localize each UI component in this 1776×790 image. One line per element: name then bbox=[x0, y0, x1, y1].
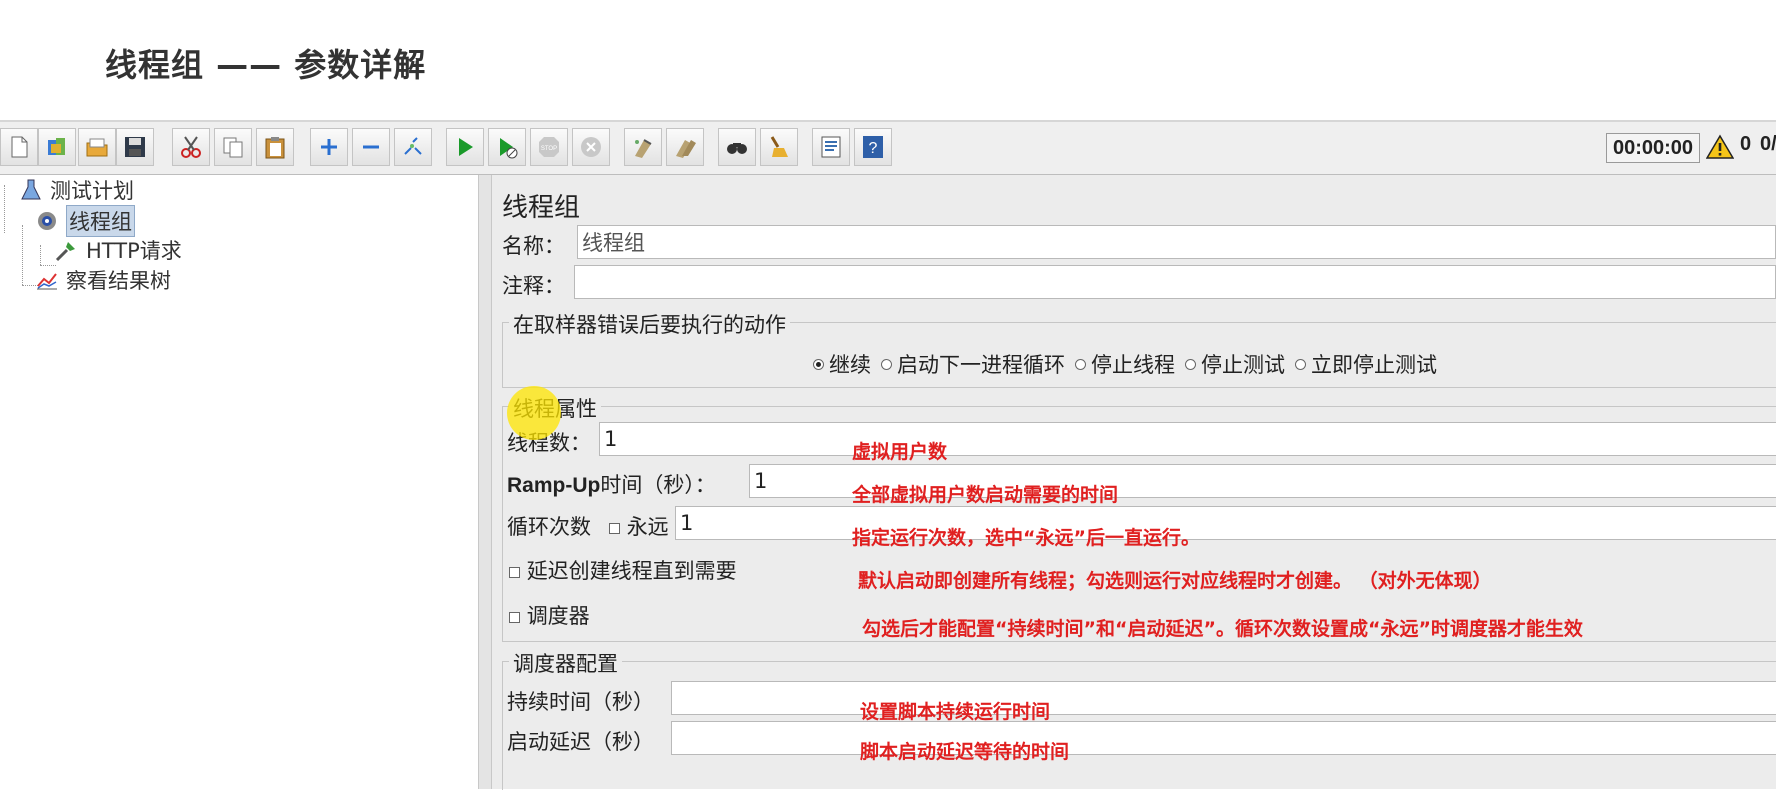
copy-icon[interactable] bbox=[214, 128, 252, 166]
cut-icon[interactable] bbox=[172, 128, 210, 166]
warning-icon[interactable] bbox=[1706, 134, 1734, 160]
new-icon[interactable] bbox=[0, 128, 38, 166]
start-icon[interactable] bbox=[446, 128, 484, 166]
save-icon[interactable] bbox=[116, 128, 154, 166]
split-pane-divider[interactable] bbox=[478, 175, 492, 789]
radio-stop-test[interactable]: 停止测试 bbox=[1185, 349, 1285, 379]
error-action-group: 在取样器错误后要执行的动作 继续 启动下一进程循环 停止线程 停止测试 立即停止… bbox=[502, 309, 1776, 388]
reset-search-icon[interactable] bbox=[760, 128, 798, 166]
running-threads-count: 0/ bbox=[1760, 133, 1776, 155]
note-scheduler: 勾选后才能配置“持续时间”和“启动延迟”。循环次数设置成“永远”时调度器才能生效 bbox=[862, 618, 1583, 640]
shutdown-icon[interactable] bbox=[572, 128, 610, 166]
tree-item-test-plan[interactable]: 测试计划 bbox=[18, 175, 134, 205]
search-icon[interactable] bbox=[718, 128, 756, 166]
scheduler-config-group-title: 调度器配置 bbox=[509, 648, 622, 678]
templates-icon[interactable] bbox=[38, 128, 76, 166]
start-no-pause-icon[interactable] bbox=[488, 128, 526, 166]
cursor-highlight bbox=[507, 386, 561, 440]
note-rampup: 全部虚拟用户数启动需要的时间 bbox=[852, 484, 1119, 506]
gear-icon bbox=[38, 212, 56, 230]
open-icon[interactable] bbox=[78, 128, 116, 166]
note-threads: 虚拟用户数 bbox=[852, 441, 948, 463]
note-duration: 设置脚本持续运行时间 bbox=[860, 701, 1051, 723]
forever-checkbox[interactable]: 永远 bbox=[609, 511, 669, 541]
paste-icon[interactable] bbox=[256, 128, 294, 166]
tree-item-label: HTTP请求 bbox=[86, 239, 182, 263]
panel-title: 线程组 bbox=[502, 193, 581, 223]
flask-icon bbox=[21, 179, 41, 200]
elapsed-timer: 00:00:00 bbox=[1606, 133, 1700, 163]
threads-field[interactable] bbox=[599, 422, 1776, 456]
startup-delay-label: 启动延迟（秒） bbox=[507, 730, 654, 754]
expand-icon[interactable] bbox=[310, 128, 348, 166]
loop-count-field[interactable] bbox=[675, 506, 1776, 540]
loop-label: 循环次数 bbox=[507, 515, 591, 539]
duration-field[interactable] bbox=[671, 681, 1776, 715]
comment-label: 注释： bbox=[502, 274, 565, 298]
tree-item-label: 线程组 bbox=[66, 205, 135, 237]
toolbar: STOP ? 00:00:00 0 0/ bbox=[0, 122, 1776, 175]
delay-thread-creation-checkbox[interactable]: 延迟创建线程直到需要 bbox=[509, 555, 737, 585]
note-delay: 默认启动即创建所有线程；勾选则运行对应线程时才创建。 （对外无体现） bbox=[858, 570, 1492, 592]
startup-delay-field[interactable] bbox=[671, 721, 1776, 755]
tree-item-http-request[interactable]: HTTP请求 bbox=[54, 235, 182, 265]
note-startup-delay: 脚本启动延迟等待的时间 bbox=[860, 741, 1070, 763]
duration-label: 持续时间（秒） bbox=[507, 690, 654, 714]
svg-text:?: ? bbox=[869, 140, 878, 157]
tree-item-thread-group[interactable]: 线程组 bbox=[34, 205, 135, 237]
pipette-icon bbox=[55, 242, 75, 262]
name-field[interactable] bbox=[577, 225, 1776, 259]
warning-count: 0 bbox=[1740, 133, 1752, 155]
clear-all-icon[interactable] bbox=[666, 128, 704, 166]
slide-title: 线程组 —— 参数详解 bbox=[105, 46, 427, 84]
radio-stop-thread[interactable]: 停止线程 bbox=[1075, 349, 1175, 379]
radio-continue[interactable]: 继续 bbox=[813, 349, 871, 379]
function-helper-icon[interactable] bbox=[812, 128, 850, 166]
svg-text:STOP: STOP bbox=[541, 146, 557, 152]
stop-icon[interactable]: STOP bbox=[530, 128, 568, 166]
toggle-icon[interactable] bbox=[394, 128, 432, 166]
tree-item-view-results-tree[interactable]: 察看结果树 bbox=[34, 265, 171, 295]
tree-item-label: 测试计划 bbox=[50, 179, 134, 203]
help-icon[interactable]: ? bbox=[854, 128, 892, 166]
name-label: 名称： bbox=[502, 234, 565, 258]
clear-icon[interactable] bbox=[624, 128, 662, 166]
error-action-options: 继续 启动下一进程循环 停止线程 停止测试 立即停止测试 bbox=[813, 349, 1447, 379]
tree-item-label: 察看结果树 bbox=[66, 269, 171, 293]
note-loop: 指定运行次数，选中“永远”后一直运行。 bbox=[852, 527, 1200, 549]
test-plan-tree: 测试计划 线程组 HTTP请求 察看结果树 bbox=[0, 175, 478, 789]
rampup-label: Ramp-Up时间（秒）： bbox=[507, 473, 716, 497]
comment-field[interactable] bbox=[574, 265, 1776, 299]
thread-group-panel: 线程组 名称： 注释： 在取样器错误后要执行的动作 继续 启动下一进程循环 停止… bbox=[492, 175, 1776, 790]
scheduler-checkbox[interactable]: 调度器 bbox=[509, 600, 590, 630]
radio-start-next-loop[interactable]: 启动下一进程循环 bbox=[881, 349, 1065, 379]
chart-icon bbox=[37, 273, 57, 290]
radio-stop-test-now[interactable]: 立即停止测试 bbox=[1295, 349, 1437, 379]
scheduler-config-group: 调度器配置 持续时间（秒） 启动延迟（秒） bbox=[502, 648, 1776, 790]
error-action-group-title: 在取样器错误后要执行的动作 bbox=[509, 309, 790, 339]
collapse-icon[interactable] bbox=[352, 128, 390, 166]
